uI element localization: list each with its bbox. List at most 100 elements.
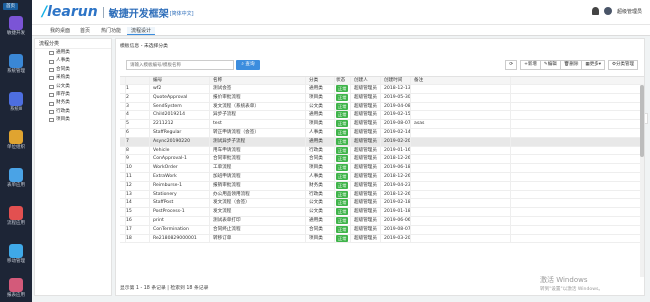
table-row[interactable]: 1 wf2 测试会签 通用类 正常 超级管理员 2018-12-13 xyxy=(120,85,644,94)
category-item[interactable]: 通用类 xyxy=(35,49,111,57)
sidebar-item-label: 单位组织 xyxy=(7,145,25,150)
row-creator: 超级管理员 xyxy=(351,85,381,93)
category-label: 行政类 xyxy=(56,108,70,114)
sidebar-item-label: 系统管理 xyxy=(7,69,25,74)
row-status: 正常 xyxy=(335,199,351,208)
row-code: ExtraWork xyxy=(150,172,210,181)
brand[interactable]: /learun 敏捷开发框架 [简体中文] xyxy=(42,3,194,21)
scrollbar-thumb[interactable] xyxy=(640,85,644,157)
row-status: 正常 xyxy=(335,208,351,216)
status-badge: 正常 xyxy=(336,164,349,172)
row-code: Stationery xyxy=(150,190,210,199)
book-icon xyxy=(9,92,23,106)
sidebar-item-0[interactable]: 敏捷开发 xyxy=(0,14,32,40)
row-creator: 超级管理员 xyxy=(351,146,381,155)
row-created: 2019-06-18 xyxy=(381,164,411,172)
row-name: 测试会签 xyxy=(210,85,306,93)
row-name: 合同审批流程 xyxy=(210,155,306,164)
category-item[interactable]: 库存类 xyxy=(35,91,111,99)
row-number: 10 xyxy=(126,164,150,172)
add-button[interactable]: +新增 xyxy=(520,60,541,70)
row-category: 行政类 xyxy=(306,146,335,155)
col-category[interactable]: 分类 xyxy=(306,77,335,84)
category-manage-button[interactable]: ⚙分类管理 xyxy=(607,60,638,70)
table-row[interactable]: 6 StaffRegular 转正申请流程（会签） 人事类 正常 超级管理员 2019-02… xyxy=(120,128,644,138)
col-name[interactable]: 名称 xyxy=(210,77,306,84)
table-row[interactable]: 15 PostProcess-1 发文流程 公文类 正常 超级管理员 2019-01-18 xyxy=(120,208,644,217)
tab-3[interactable]: 流程设计 xyxy=(127,27,156,35)
category-item[interactable]: 合同类 xyxy=(35,66,111,74)
category-item[interactable]: 人事类 xyxy=(35,57,111,65)
tab-0[interactable]: 我的桌面 xyxy=(46,27,74,35)
refresh-button[interactable]: ⟳ xyxy=(505,60,518,70)
sidebar-item-7[interactable]: 报表应用 xyxy=(0,276,32,302)
row-status: 正常 xyxy=(335,190,351,199)
query-button[interactable]: ⌕ 查询 xyxy=(236,60,260,70)
table-row[interactable]: 16 print 测试表单打印 通用类 正常 超级管理员 2019-06-06 xyxy=(120,216,644,226)
table-row[interactable]: 2 QuoteApproval 报价审批流程 项目类 正常 超级管理员 2019-05-30 xyxy=(120,93,644,103)
table-row[interactable]: 17 ConTermination 合同终止流程 合同类 正常 超级管理员 2019-08-… xyxy=(120,225,644,235)
category-item[interactable]: 公文类 xyxy=(35,83,111,91)
row-remark xyxy=(411,137,511,146)
row-status: 正常 xyxy=(335,155,351,164)
user-name[interactable]: 超级管理员 xyxy=(617,8,642,15)
table-row[interactable]: 11 ExtraWork 加班申请流程 人事类 正常 超级管理员 2018-12-26 xyxy=(120,172,644,182)
sidebar-item-6[interactable]: 移动管理 xyxy=(0,242,32,268)
col-creator[interactable]: 创建人 xyxy=(351,77,381,84)
table-row[interactable]: 12 Reimburse-1 报销审批流程 财务类 正常 超级管理员 2019-04-23 xyxy=(120,181,644,191)
tab-2[interactable]: 热门功能 xyxy=(97,27,125,35)
sidebar-item-3[interactable]: 单位组织 xyxy=(0,128,32,154)
delete-button[interactable]: 🗑删除 xyxy=(559,60,583,70)
table-row[interactable]: 18 Re2180829000001 转移订单 项目类 正常 超级管理员 2019-03-2… xyxy=(120,234,644,244)
row-created: 2019-02-20 xyxy=(381,137,411,146)
row-code: SendSystem xyxy=(150,102,210,111)
table-row[interactable]: 8 Vehicle 用车申请流程 行政类 正常 超级管理员 2019-01-16 xyxy=(120,146,644,156)
table-row[interactable]: 10 WorkOrder 工单流程 项目类 正常 超级管理员 2019-06-18 xyxy=(120,164,644,173)
row-creator: 超级管理员 xyxy=(351,120,381,128)
home-badge[interactable]: 首页 xyxy=(3,3,18,10)
row-code: WorkOrder xyxy=(150,164,210,172)
row-created: 2019-02-14 xyxy=(381,128,411,137)
sidebar-item-4[interactable]: 表单应用 xyxy=(0,166,32,192)
col-remark[interactable]: 备注 xyxy=(411,77,511,84)
category-item[interactable]: 项目类 xyxy=(35,116,111,124)
col-status[interactable]: 状态 xyxy=(335,77,351,84)
row-number: 14 xyxy=(126,199,150,208)
table-row[interactable]: 14 StaffPost 发文流程（会签） 公文类 正常 超级管理员 2019-02-18 xyxy=(120,199,644,209)
table-row[interactable]: 13 Stationery 办公用品领用流程 行政类 正常 超级管理员 2018-12-26 xyxy=(120,190,644,200)
language-label[interactable]: [简体中文] xyxy=(170,10,194,17)
row-status: 正常 xyxy=(335,216,351,225)
table-row[interactable]: 4 Child2019214 异步子流程 通用类 正常 超级管理员 2019-02-15 xyxy=(120,111,644,121)
sidebar-item-1[interactable]: 系统管理 xyxy=(0,52,32,78)
table-row[interactable]: 7 Async20190220 测试异步子流程 通用类 正常 超级管理员 2019-02-2… xyxy=(120,137,644,147)
category-item[interactable]: 财务类 xyxy=(35,99,111,107)
category-item[interactable]: 采购类 xyxy=(35,74,111,82)
avatar[interactable] xyxy=(603,7,612,15)
pagination-info: 显示第 1 - 18 条记录 | 检索到 18 条记录 xyxy=(120,286,209,291)
folder-icon xyxy=(49,93,54,98)
col-code[interactable]: 编号 xyxy=(150,77,210,84)
folder-icon xyxy=(49,109,54,114)
row-creator: 超级管理员 xyxy=(351,199,381,208)
logo: /learun xyxy=(42,4,98,20)
tab-1[interactable]: 首页 xyxy=(76,27,94,35)
row-creator: 超级管理员 xyxy=(351,164,381,172)
table-row[interactable]: 5 2211212 test 项目类 正常 超级管理员 2019-08-07 asas xyxy=(120,120,644,129)
edit-button[interactable]: ✎编辑 xyxy=(539,60,561,70)
category-item[interactable]: 行政类 xyxy=(35,108,111,116)
bell-icon[interactable] xyxy=(591,7,599,15)
sidebar-item-2[interactable]: 系统Ⅲ xyxy=(0,90,32,116)
row-creator: 超级管理员 xyxy=(351,93,381,102)
row-created: 2019-02-18 xyxy=(381,199,411,208)
template-panel: 模板信息 - 未选择分类 ⌕ 查询 ⟳ +新增 ✎编辑 🗑删除 ▦更多▾ ⚙分类… xyxy=(115,38,645,296)
more-button[interactable]: ▦更多▾ xyxy=(581,60,605,70)
table-row[interactable]: 3 SendSystem 发文流程（系统表单） 公文类 正常 超级管理员 2019-04-0… xyxy=(120,102,644,112)
col-created[interactable]: 创建时间 xyxy=(381,77,411,84)
row-number: 13 xyxy=(126,190,150,199)
row-status: 正常 xyxy=(335,172,351,181)
sidebar-item-label: 报表应用 xyxy=(7,293,25,298)
sidebar-item-5[interactable]: 流程应用 xyxy=(0,204,32,230)
search-input[interactable] xyxy=(126,60,234,70)
status-badge: 正常 xyxy=(336,225,349,233)
table-row[interactable]: 9 ConApproval-1 合同审批流程 合同类 正常 超级管理员 2018-12-26 xyxy=(120,155,644,165)
